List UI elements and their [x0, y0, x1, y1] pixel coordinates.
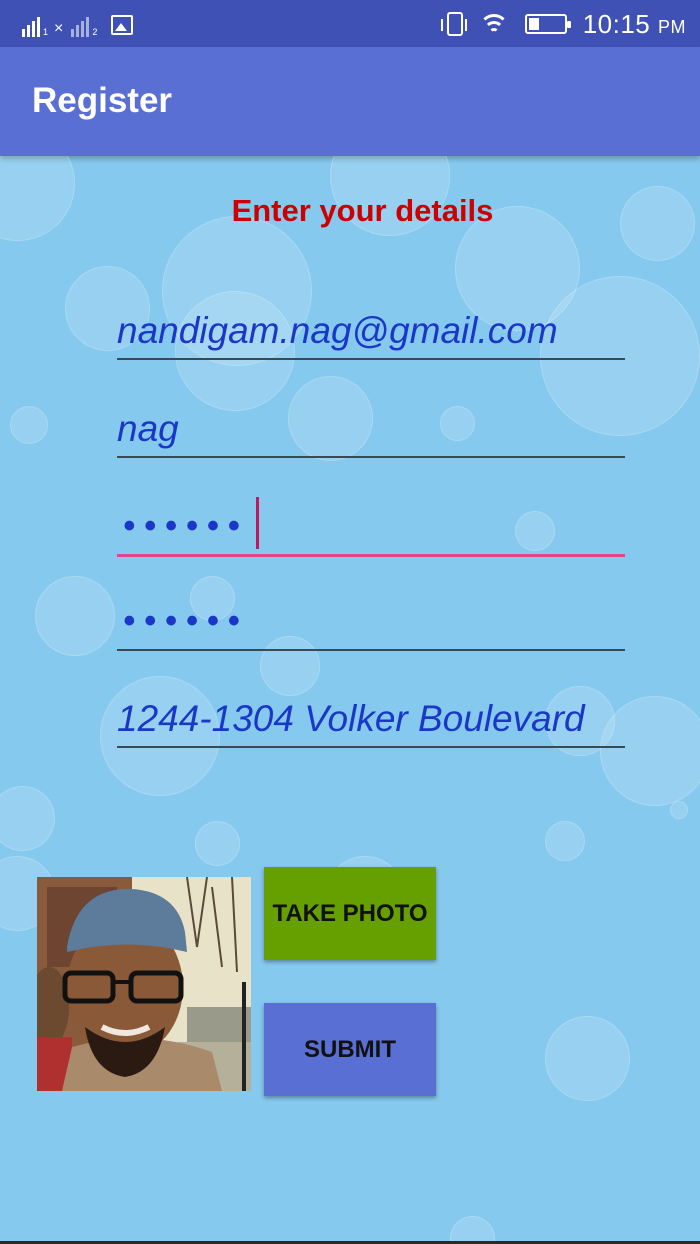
email-field[interactable]: nandigam.nag@gmail.com [117, 300, 625, 360]
take-photo-button[interactable]: TAKE PHOTO [264, 867, 436, 960]
password-field[interactable]: •••••• [117, 497, 625, 557]
clock: 10:15 PM [583, 9, 686, 40]
vibrate-icon [440, 12, 467, 36]
app-bar: Register [0, 47, 700, 156]
clock-time: 10:15 [582, 8, 651, 39]
password-mask: •••••• [123, 507, 249, 545]
profile-photo [37, 877, 251, 1091]
sim2-signal-icon: 2 [71, 17, 97, 37]
status-bar: 1 × 2 10:15 PM [0, 0, 700, 47]
battery-icon [524, 14, 571, 34]
status-right-icons: 10:15 PM [440, 6, 686, 42]
address-field[interactable]: 1244-1304 Volker Boulevard [117, 688, 625, 748]
form-heading: Enter your details [231, 193, 494, 228]
clock-ampm: PM [658, 16, 686, 37]
email-value: nandigam.nag@gmail.com [117, 310, 558, 351]
wifi-icon [478, 12, 509, 36]
image-notification-icon [111, 15, 134, 35]
text-cursor [256, 497, 259, 549]
sim1-label: 1 [43, 27, 49, 37]
name-value: nag [117, 408, 179, 449]
submit-button[interactable]: SUBMIT [264, 1003, 436, 1096]
name-field[interactable]: nag [117, 398, 625, 458]
confirm-password-mask: •••••• [123, 602, 249, 640]
profile-photo-image [37, 877, 251, 1091]
no-signal-icon: × [54, 20, 64, 37]
confirm-password-field[interactable]: •••••• [117, 591, 625, 651]
page-title: Register [32, 81, 173, 120]
sim2-label: 2 [92, 27, 98, 37]
address-value: 1244-1304 Volker Boulevard [117, 698, 585, 739]
status-left-icons: 1 × 2 [22, 11, 134, 37]
signal-icon: 1 [22, 17, 48, 37]
